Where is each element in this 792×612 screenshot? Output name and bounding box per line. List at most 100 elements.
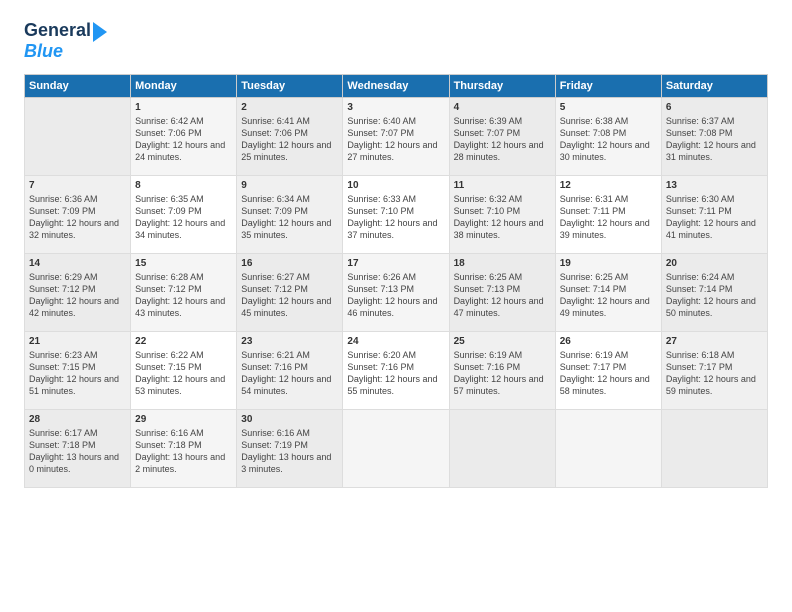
cell-content: Sunrise: 6:31 AMSunset: 7:11 PMDaylight:… [560, 193, 657, 242]
day-number: 20 [666, 258, 763, 269]
day-number: 23 [241, 336, 338, 347]
day-number: 6 [666, 102, 763, 113]
calendar-cell: 4 Sunrise: 6:39 AMSunset: 7:07 PMDaylight… [449, 97, 555, 175]
cell-content: Sunrise: 6:34 AMSunset: 7:09 PMDaylight:… [241, 193, 338, 242]
calendar-cell: 1 Sunrise: 6:42 AMSunset: 7:06 PMDaylight… [131, 97, 237, 175]
cell-content: Sunrise: 6:27 AMSunset: 7:12 PMDaylight:… [241, 271, 338, 320]
calendar-cell [555, 409, 661, 487]
calendar-cell: 7 Sunrise: 6:36 AMSunset: 7:09 PMDaylight… [25, 175, 131, 253]
day-number: 5 [560, 102, 657, 113]
calendar-week-4: 28 Sunrise: 6:17 AMSunset: 7:18 PMDayligh… [25, 409, 768, 487]
day-number: 15 [135, 258, 232, 269]
day-number: 26 [560, 336, 657, 347]
calendar-cell: 17 Sunrise: 6:26 AMSunset: 7:13 PMDayligh… [343, 253, 449, 331]
calendar-cell: 22 Sunrise: 6:22 AMSunset: 7:15 PMDayligh… [131, 331, 237, 409]
cell-content: Sunrise: 6:42 AMSunset: 7:06 PMDaylight:… [135, 115, 232, 164]
day-number: 13 [666, 180, 763, 191]
calendar-cell: 5 Sunrise: 6:38 AMSunset: 7:08 PMDaylight… [555, 97, 661, 175]
calendar-cell: 18Sunrise: 6:25 AMSunset: 7:13 PMDayligh… [449, 253, 555, 331]
calendar-week-1: 7 Sunrise: 6:36 AMSunset: 7:09 PMDaylight… [25, 175, 768, 253]
cell-content: Sunrise: 6:16 AMSunset: 7:19 PMDaylight:… [241, 427, 338, 476]
calendar-cell: 20 Sunrise: 6:24 AMSunset: 7:14 PMDayligh… [661, 253, 767, 331]
cell-content: Sunrise: 6:16 AMSunset: 7:18 PMDaylight:… [135, 427, 232, 476]
cell-content: Sunrise: 6:21 AMSunset: 7:16 PMDaylight:… [241, 349, 338, 398]
cell-content: Sunrise: 6:37 AMSunset: 7:08 PMDaylight:… [666, 115, 763, 164]
col-friday: Friday [555, 74, 661, 97]
day-number: 29 [135, 414, 232, 425]
day-number: 1 [135, 102, 232, 113]
day-number: 16 [241, 258, 338, 269]
cell-content: Sunrise: 6:41 AMSunset: 7:06 PMDaylight:… [241, 115, 338, 164]
day-number: 22 [135, 336, 232, 347]
calendar-cell: 9Sunrise: 6:34 AMSunset: 7:09 PMDaylight… [237, 175, 343, 253]
calendar-cell: 27Sunrise: 6:18 AMSunset: 7:17 PMDayligh… [661, 331, 767, 409]
logo-text: General [24, 21, 91, 41]
day-number: 8 [135, 180, 232, 191]
day-number: 28 [29, 414, 126, 425]
day-number: 21 [29, 336, 126, 347]
cell-content: Sunrise: 6:28 AMSunset: 7:12 PMDaylight:… [135, 271, 232, 320]
cell-content: Sunrise: 6:23 AMSunset: 7:15 PMDaylight:… [29, 349, 126, 398]
calendar-cell: 30 Sunrise: 6:16 AMSunset: 7:19 PMDayligh… [237, 409, 343, 487]
calendar-cell: 3 Sunrise: 6:40 AMSunset: 7:07 PMDaylight… [343, 97, 449, 175]
col-monday: Monday [131, 74, 237, 97]
calendar-cell [449, 409, 555, 487]
logo-arrow-icon [93, 22, 107, 42]
col-tuesday: Tuesday [237, 74, 343, 97]
calendar-cell: 16 Sunrise: 6:27 AMSunset: 7:12 PMDayligh… [237, 253, 343, 331]
cell-content: Sunrise: 6:25 AMSunset: 7:14 PMDaylight:… [560, 271, 657, 320]
calendar-cell [661, 409, 767, 487]
day-number: 17 [347, 258, 444, 269]
cell-content: Sunrise: 6:26 AMSunset: 7:13 PMDaylight:… [347, 271, 444, 320]
cell-content: Sunrise: 6:40 AMSunset: 7:07 PMDaylight:… [347, 115, 444, 164]
day-number: 3 [347, 102, 444, 113]
page: General Blue Sunday Monday Tuesday Wedne… [0, 0, 792, 504]
calendar-body: 1 Sunrise: 6:42 AMSunset: 7:06 PMDaylight… [25, 97, 768, 487]
cell-content: Sunrise: 6:20 AMSunset: 7:16 PMDaylight:… [347, 349, 444, 398]
calendar-cell: 25 Sunrise: 6:19 AMSunset: 7:16 PMDayligh… [449, 331, 555, 409]
calendar-table: Sunday Monday Tuesday Wednesday Thursday… [24, 74, 768, 488]
day-number: 19 [560, 258, 657, 269]
day-number: 4 [454, 102, 551, 113]
cell-content: Sunrise: 6:32 AMSunset: 7:10 PMDaylight:… [454, 193, 551, 242]
col-thursday: Thursday [449, 74, 555, 97]
calendar-cell: 26Sunrise: 6:19 AMSunset: 7:17 PMDayligh… [555, 331, 661, 409]
calendar-cell: 14 Sunrise: 6:29 AMSunset: 7:12 PMDayligh… [25, 253, 131, 331]
cell-content: Sunrise: 6:17 AMSunset: 7:18 PMDaylight:… [29, 427, 126, 476]
day-number: 24 [347, 336, 444, 347]
calendar-week-0: 1 Sunrise: 6:42 AMSunset: 7:06 PMDaylight… [25, 97, 768, 175]
day-number: 14 [29, 258, 126, 269]
calendar-cell: 23 Sunrise: 6:21 AMSunset: 7:16 PMDayligh… [237, 331, 343, 409]
header-row: Sunday Monday Tuesday Wednesday Thursday… [25, 74, 768, 97]
calendar-cell: 24 Sunrise: 6:20 AMSunset: 7:16 PMDayligh… [343, 331, 449, 409]
calendar-cell: 8Sunrise: 6:35 AMSunset: 7:09 PMDaylight… [131, 175, 237, 253]
cell-content: Sunrise: 6:38 AMSunset: 7:08 PMDaylight:… [560, 115, 657, 164]
day-number: 25 [454, 336, 551, 347]
calendar-cell: 11 Sunrise: 6:32 AMSunset: 7:10 PMDayligh… [449, 175, 555, 253]
cell-content: Sunrise: 6:29 AMSunset: 7:12 PMDaylight:… [29, 271, 126, 320]
day-number: 10 [347, 180, 444, 191]
cell-content: Sunrise: 6:19 AMSunset: 7:16 PMDaylight:… [454, 349, 551, 398]
day-number: 30 [241, 414, 338, 425]
calendar-cell: 6 Sunrise: 6:37 AMSunset: 7:08 PMDaylight… [661, 97, 767, 175]
logo-text-blue: Blue [24, 42, 63, 62]
day-number: 7 [29, 180, 126, 191]
day-number: 18 [454, 258, 551, 269]
calendar-cell: 2 Sunrise: 6:41 AMSunset: 7:06 PMDaylight… [237, 97, 343, 175]
day-number: 11 [454, 180, 551, 191]
col-saturday: Saturday [661, 74, 767, 97]
cell-content: Sunrise: 6:30 AMSunset: 7:11 PMDaylight:… [666, 193, 763, 242]
calendar-cell: 10Sunrise: 6:33 AMSunset: 7:10 PMDayligh… [343, 175, 449, 253]
cell-content: Sunrise: 6:39 AMSunset: 7:07 PMDaylight:… [454, 115, 551, 164]
col-wednesday: Wednesday [343, 74, 449, 97]
header: General Blue [24, 20, 768, 62]
calendar-cell: 29 Sunrise: 6:16 AMSunset: 7:18 PMDayligh… [131, 409, 237, 487]
calendar-cell: 21 Sunrise: 6:23 AMSunset: 7:15 PMDayligh… [25, 331, 131, 409]
cell-content: Sunrise: 6:24 AMSunset: 7:14 PMDaylight:… [666, 271, 763, 320]
col-sunday: Sunday [25, 74, 131, 97]
logo: General Blue [24, 20, 107, 62]
cell-content: Sunrise: 6:36 AMSunset: 7:09 PMDaylight:… [29, 193, 126, 242]
day-number: 2 [241, 102, 338, 113]
calendar-cell: 13 Sunrise: 6:30 AMSunset: 7:11 PMDayligh… [661, 175, 767, 253]
cell-content: Sunrise: 6:22 AMSunset: 7:15 PMDaylight:… [135, 349, 232, 398]
